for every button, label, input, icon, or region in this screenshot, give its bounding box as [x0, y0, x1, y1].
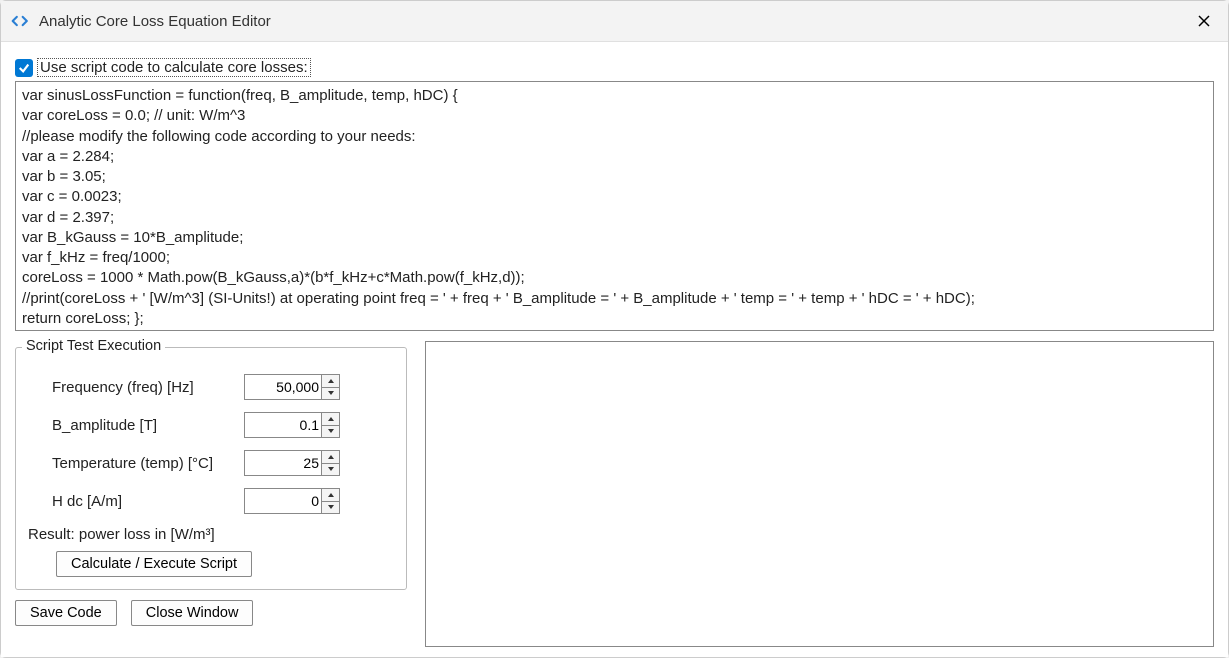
title-bar: Analytic Core Loss Equation Editor [1, 1, 1228, 42]
script-test-group: Script Test Execution Frequency (freq) [… [15, 347, 407, 590]
check-icon [18, 62, 30, 74]
chevron-up-icon [327, 492, 335, 498]
code-editor[interactable] [15, 81, 1214, 331]
footer-buttons: Save Code Close Window [15, 600, 407, 626]
param-row-hdc: H dc [A/m] [52, 488, 394, 514]
chevron-up-icon [327, 378, 335, 384]
hdc-spinner[interactable] [244, 488, 340, 514]
spin-down-button[interactable] [322, 502, 339, 514]
b-amplitude-spinner[interactable] [244, 412, 340, 438]
temperature-spinner[interactable] [244, 450, 340, 476]
chevron-up-icon [327, 416, 335, 422]
spin-up-button[interactable] [322, 451, 339, 464]
spin-down-button[interactable] [322, 388, 339, 400]
chevron-up-icon [327, 454, 335, 460]
spin-up-button[interactable] [322, 413, 339, 426]
param-label-temperature: Temperature (temp) [°C] [52, 455, 244, 472]
window-title: Analytic Core Loss Equation Editor [39, 13, 1190, 30]
chevron-down-icon [327, 504, 335, 510]
save-code-button[interactable]: Save Code [15, 600, 117, 626]
calculate-button[interactable]: Calculate / Execute Script [56, 551, 252, 577]
spinner-buttons [321, 413, 339, 437]
spin-up-button[interactable] [322, 489, 339, 502]
dialog-window: Analytic Core Loss Equation Editor Use s… [0, 0, 1229, 658]
frequency-input[interactable] [245, 375, 321, 399]
param-label-frequency: Frequency (freq) [Hz] [52, 379, 244, 396]
param-label-b-amplitude: B_amplitude [T] [52, 417, 244, 434]
spin-down-button[interactable] [322, 426, 339, 438]
param-label-hdc: H dc [A/m] [52, 493, 244, 510]
app-icon [11, 14, 31, 28]
chevron-down-icon [327, 390, 335, 396]
output-area[interactable] [425, 341, 1214, 647]
hdc-input[interactable] [245, 489, 321, 513]
param-row-temperature: Temperature (temp) [°C] [52, 450, 394, 476]
temperature-input[interactable] [245, 451, 321, 475]
spinner-buttons [321, 375, 339, 399]
script-test-legend: Script Test Execution [22, 338, 165, 354]
spin-down-button[interactable] [322, 464, 339, 476]
close-icon [1197, 14, 1211, 28]
use-script-checkbox[interactable] [15, 59, 33, 77]
use-script-label: Use script code to calculate core losses… [37, 58, 311, 77]
use-script-checkbox-row: Use script code to calculate core losses… [15, 58, 1214, 77]
chevron-down-icon [327, 466, 335, 472]
content-area: Use script code to calculate core losses… [1, 42, 1228, 657]
b-amplitude-input[interactable] [245, 413, 321, 437]
result-label: Result: power loss in [W/m³] [28, 526, 394, 543]
frequency-spinner[interactable] [244, 374, 340, 400]
chevron-down-icon [327, 428, 335, 434]
spin-up-button[interactable] [322, 375, 339, 388]
param-row-frequency: Frequency (freq) [Hz] [52, 374, 394, 400]
spinner-buttons [321, 489, 339, 513]
spinner-buttons [321, 451, 339, 475]
param-table: Frequency (freq) [Hz] B_amplitude [T] [52, 374, 394, 514]
close-window-footer-button[interactable]: Close Window [131, 600, 254, 626]
close-window-button[interactable] [1190, 7, 1218, 35]
param-row-b-amplitude: B_amplitude [T] [52, 412, 394, 438]
bottom-row: Script Test Execution Frequency (freq) [… [15, 339, 1214, 647]
